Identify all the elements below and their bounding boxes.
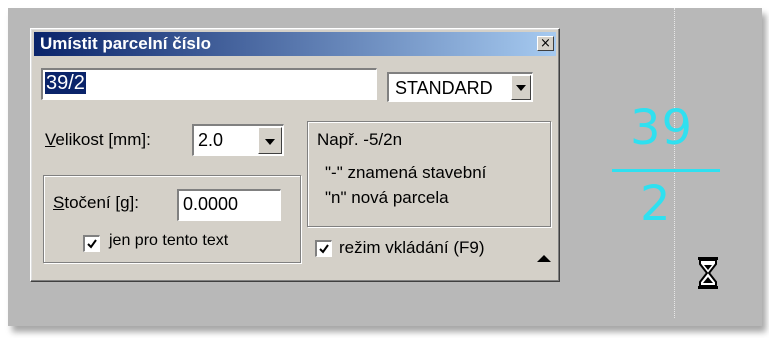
style-select-value: STANDARD bbox=[395, 78, 493, 98]
hint-line-2: "-" znamená stavební bbox=[325, 163, 487, 182]
hint-line-3: "n" nová parcela bbox=[325, 188, 449, 207]
checkmark-icon bbox=[87, 239, 97, 249]
checkmark-icon bbox=[319, 244, 329, 254]
only-this-text-checkbox[interactable] bbox=[83, 235, 100, 252]
hourglass-icon bbox=[696, 256, 720, 290]
close-button[interactable]: × bbox=[537, 36, 554, 51]
insert-mode-checkbox[interactable] bbox=[315, 240, 332, 257]
size-label: Velikost [mm]: bbox=[45, 130, 151, 149]
rotation-label: Stočení [g]: bbox=[53, 193, 140, 212]
insert-mode-label[interactable]: režim vkládání (F9) bbox=[339, 238, 484, 258]
close-icon: × bbox=[540, 36, 551, 51]
parcel-number-value: 39/2 bbox=[45, 72, 86, 94]
size-select-value: 2.0 bbox=[198, 130, 224, 150]
parcel-number-top: 39 bbox=[630, 100, 694, 156]
hint-line-1: Např. -5/2n bbox=[317, 130, 403, 149]
size-select[interactable]: 2.0 bbox=[192, 124, 284, 156]
parcel-number-input[interactable]: 39/2 bbox=[41, 68, 377, 100]
fraction-line bbox=[612, 169, 720, 172]
dialog-title: Umístit parcelní číslo bbox=[40, 34, 211, 53]
rotation-input[interactable]: 0.0000 bbox=[177, 189, 281, 221]
only-this-text-label[interactable]: jen pro tento text bbox=[109, 232, 228, 250]
parcel-number-bottom: 2 bbox=[640, 176, 672, 232]
dialog-titlebar[interactable]: Umístit parcelní číslo × bbox=[34, 32, 556, 56]
chevron-down-icon[interactable] bbox=[511, 75, 531, 100]
style-select[interactable]: STANDARD bbox=[387, 72, 533, 102]
guide-line bbox=[674, 8, 675, 318]
triangle-up-icon[interactable] bbox=[537, 255, 551, 262]
chevron-down-icon[interactable] bbox=[258, 127, 282, 154]
place-parcel-number-dialog: Umístit parcelní číslo × 39/2 STANDARD V… bbox=[30, 28, 560, 282]
